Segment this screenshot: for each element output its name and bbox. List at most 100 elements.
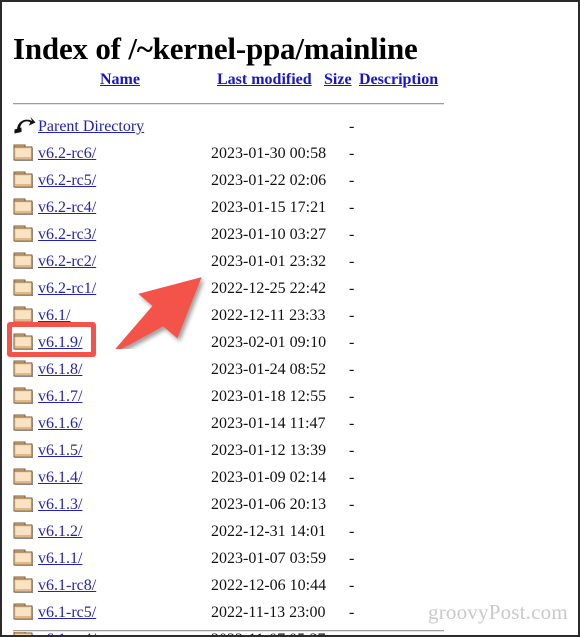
folder-icon (13, 224, 35, 245)
directory-link[interactable]: v6.2-rc6/ (38, 143, 96, 164)
directory-link[interactable]: v6.1.1/ (38, 548, 82, 569)
folder-icon (13, 305, 35, 326)
last-modified-value: 2022-12-11 23:33 (211, 307, 326, 324)
last-modified-value: 2023-01-18 12:55 (211, 388, 327, 405)
column-header-name[interactable]: Name (100, 70, 140, 90)
last-modified-value: 2023-01-06 20:13 (211, 496, 327, 513)
directory-link[interactable]: v6.2-rc3/ (38, 224, 96, 245)
watermark: groovyPost.com (428, 600, 568, 624)
directory-row: v6.1.3/2023-01-06 20:13 - (2, 491, 578, 518)
directory-link[interactable]: v6.2-rc5/ (38, 170, 96, 191)
directory-link[interactable]: v6.1.4/ (38, 467, 82, 488)
directory-link[interactable]: v6.1.9/ (38, 332, 82, 353)
folder-icon (13, 197, 35, 218)
directory-row: v6.1.5/2023-01-12 13:39 - (2, 437, 578, 464)
last-modified-value: 2023-01-07 03:59 (211, 550, 327, 567)
directory-row: v6.1.1/2023-01-07 03:59 - (2, 545, 578, 572)
folder-icon (13, 494, 35, 515)
directory-link[interactable]: v6.1.2/ (38, 521, 82, 542)
last-modified-value: 2022-12-31 14:01 (211, 523, 327, 540)
size-value: - (349, 577, 355, 594)
size-value: - (349, 307, 355, 324)
directory-link[interactable]: v6.1.8/ (38, 359, 82, 380)
folder-icon (13, 386, 35, 407)
directory-link[interactable]: v6.1-rc5/ (38, 602, 96, 623)
directory-row: v6.2-rc6/2023-01-30 00:58 - (2, 140, 578, 167)
folder-icon (13, 332, 35, 353)
folder-icon (13, 413, 35, 434)
directory-row: v6.2-rc3/2023-01-10 03:27 - (2, 221, 578, 248)
size-value: - (349, 496, 355, 513)
size-value: - (349, 604, 355, 621)
size-value: - (349, 253, 355, 270)
directory-row: v6.1/2022-12-11 23:33 - (2, 302, 578, 329)
directory-row: v6.2-rc5/2023-01-22 02:06 - (2, 167, 578, 194)
directory-row: v6.2-rc2/2023-01-01 23:32 - (2, 248, 578, 275)
directory-index-body: Index of /~kernel-ppa/mainline Name Last… (2, 2, 578, 635)
folder-icon (13, 359, 35, 380)
last-modified-value: 2023-01-14 11:47 (211, 415, 326, 432)
directory-link[interactable]: v6.2-rc4/ (38, 197, 96, 218)
directory-link[interactable]: v6.1.5/ (38, 440, 82, 461)
directory-row: v6.1.9/2023-02-01 09:10 - (2, 329, 578, 356)
directory-link[interactable]: v6.2-rc2/ (38, 251, 96, 272)
folder-icon (13, 521, 35, 542)
size-value: - (349, 442, 355, 459)
size-value: - (349, 226, 355, 243)
last-modified-value: 2023-01-22 02:06 (211, 172, 327, 189)
folder-icon (13, 278, 35, 299)
size-value: - (349, 361, 355, 378)
browser-page: Index of /~kernel-ppa/mainline Name Last… (0, 0, 580, 637)
footer-divider (13, 630, 444, 632)
parent-directory-link[interactable]: Parent Directory (38, 116, 144, 137)
size-value: - (349, 145, 355, 162)
page-title: Index of /~kernel-ppa/mainline (13, 30, 418, 66)
size-value: - (349, 334, 355, 351)
column-header-size[interactable]: Size (324, 70, 352, 90)
directory-link[interactable]: v6.1.3/ (38, 494, 82, 515)
folder-icon (13, 467, 35, 488)
directory-row: v6.1.4/2023-01-09 02:14 - (2, 464, 578, 491)
directory-row: v6.2-rc1/2022-12-25 22:42 - (2, 275, 578, 302)
folder-icon (13, 251, 35, 272)
folder-icon (13, 548, 35, 569)
size-value: - (349, 118, 355, 135)
column-header-description[interactable]: Description (359, 70, 438, 90)
directory-link[interactable]: v6.1.7/ (38, 386, 82, 407)
folder-icon (13, 602, 35, 623)
last-modified-value: 2022-12-06 10:44 (211, 577, 327, 594)
directory-row: v6.1.7/2023-01-18 12:55 - (2, 383, 578, 410)
folder-icon (13, 143, 35, 164)
last-modified-value: 2023-01-10 03:27 (211, 226, 327, 243)
size-value: - (349, 523, 355, 540)
last-modified-value: 2023-02-01 09:10 (211, 334, 327, 351)
last-modified-value: 2022-12-25 22:42 (211, 280, 327, 297)
directory-link[interactable]: v6.1-rc8/ (38, 575, 96, 596)
directory-link[interactable]: v6.1.6/ (38, 413, 82, 434)
column-header-last-modified[interactable]: Last modified (217, 70, 312, 90)
last-modified-value: 2023-01-09 02:14 (211, 469, 327, 486)
header-divider (13, 103, 444, 105)
folder-icon (13, 170, 35, 191)
size-value: - (349, 415, 355, 432)
last-modified-value: 2023-01-12 13:39 (211, 442, 327, 459)
directory-row: v6.2-rc4/2023-01-15 17:21 - (2, 194, 578, 221)
directory-link[interactable]: v6.2-rc1/ (38, 278, 96, 299)
directory-row: v6.1.8/2023-01-24 08:52 - (2, 356, 578, 383)
directory-row: v6.1.2/2022-12-31 14:01 - (2, 518, 578, 545)
directory-link[interactable]: v6.1/ (38, 305, 70, 326)
last-modified-value: 2023-01-24 08:52 (211, 361, 327, 378)
column-header-row: Name Last modified Size Description (2, 70, 578, 94)
size-value: - (349, 172, 355, 189)
size-value: - (349, 280, 355, 297)
last-modified-value: 2023-01-01 23:32 (211, 253, 327, 270)
back-arrow-icon (13, 116, 36, 137)
size-value: - (349, 550, 355, 567)
folder-icon (13, 575, 35, 596)
directory-row: v6.1.6/2023-01-14 11:47 - (2, 410, 578, 437)
directory-listing: Parent Directory - v6.2-rc6/2023-01-30 00:… (2, 113, 578, 635)
last-modified-value: 2022-11-13 23:00 (211, 604, 326, 621)
directory-row: v6.1-rc8/2022-12-06 10:44 - (2, 572, 578, 599)
size-value: - (349, 469, 355, 486)
folder-icon (13, 440, 35, 461)
